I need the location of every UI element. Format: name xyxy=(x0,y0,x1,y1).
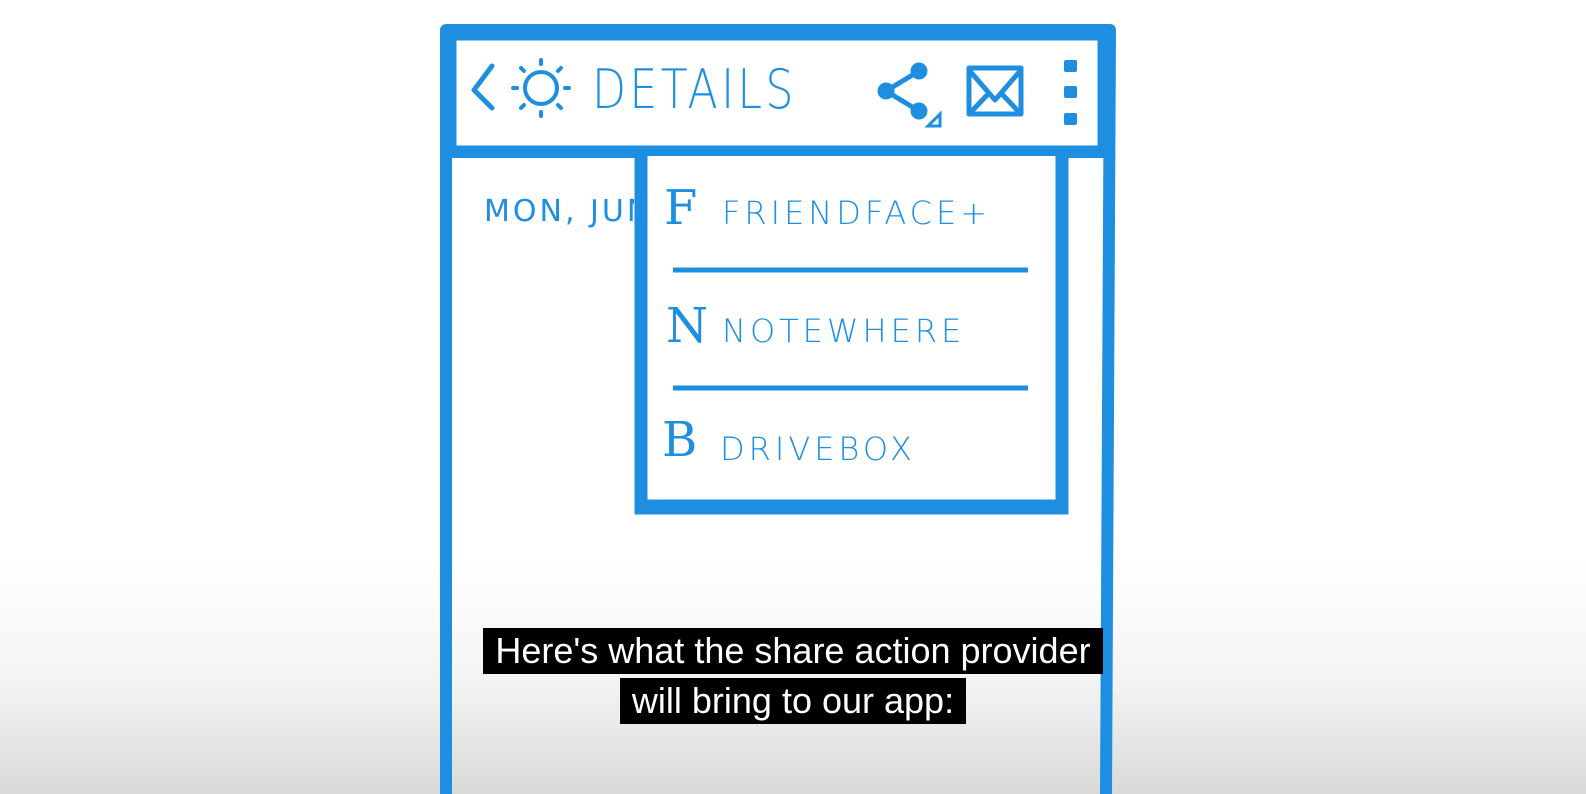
app-letter-icon: N xyxy=(666,298,708,354)
share-menu-item-drivebox[interactable]: B DRIVEBOX xyxy=(650,412,1050,492)
mail-icon[interactable] xyxy=(966,65,1024,117)
caption-line-2: will bring to our app: xyxy=(0,678,1586,724)
app-letter-icon: B xyxy=(662,412,698,468)
app-letter-icon: F xyxy=(664,180,698,236)
share-menu-item-friendface[interactable]: F FRIENDFACE+ xyxy=(650,180,1050,260)
share-menu-item-label: FRIENDFACE+ xyxy=(722,194,992,232)
caption-line-1: Here's what the share action provider xyxy=(0,628,1586,674)
overflow-menu-icon[interactable] xyxy=(1064,60,1077,125)
share-menu-item-notewhere[interactable]: N NOTEWHERE xyxy=(650,298,1050,378)
share-icon[interactable] xyxy=(877,62,942,128)
back-arrow-icon[interactable] xyxy=(471,63,495,111)
page-title: DETAILS xyxy=(592,58,797,121)
share-menu-item-label: DRIVEBOX xyxy=(720,430,916,468)
sun-icon xyxy=(511,58,571,118)
share-menu-item-label: NOTEWHERE xyxy=(722,312,966,350)
date-clip: MON, JUN xyxy=(480,180,634,240)
date-text: MON, JUN xyxy=(484,194,634,229)
